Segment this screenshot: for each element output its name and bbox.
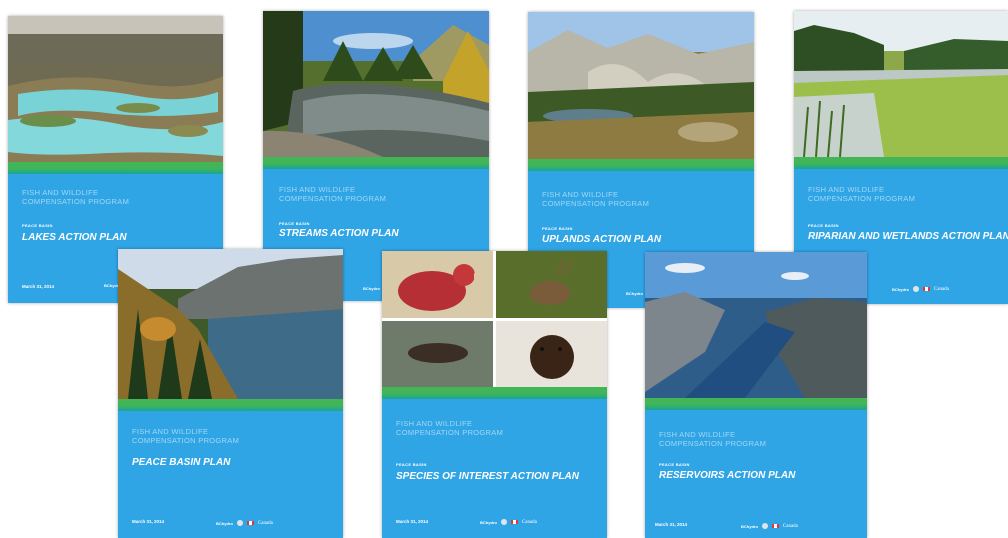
plan-title: LAKES ACTION PLAN — [22, 232, 127, 243]
basin-label: PEACE BASIN — [542, 226, 573, 231]
basin-label: PEACE BASIN — [22, 223, 53, 228]
logo-group: BChydro — [363, 286, 380, 291]
color-stripe — [118, 399, 343, 411]
canada-wordmark: Canada — [521, 519, 537, 525]
cover-reservoirs-action-plan[interactable]: FISH AND WILDLIFE COMPENSATION PROGRAM P… — [645, 252, 867, 538]
canada-flag-icon — [922, 287, 930, 291]
bchydro-logo: BChydro — [741, 523, 758, 529]
basin-label: PEACE BASIN — [396, 462, 427, 467]
plan-title: PEACE BASIN PLAN — [132, 457, 231, 468]
publication-date: March 31, 2014 — [396, 519, 429, 524]
lakes-landscape-photo — [8, 16, 223, 162]
color-stripe — [263, 157, 489, 169]
program-name: FISH AND WILDLIFE COMPENSATION PROGRAM — [659, 430, 767, 448]
publication-date: March 31, 2014 — [655, 522, 688, 527]
river-forest-photo — [263, 11, 489, 157]
program-name: FISH AND WILDLIFE COMPENSATION PROGRAM — [279, 185, 387, 203]
logo-group: BChydro Canada — [741, 523, 798, 529]
publication-date: March 31, 2014 — [132, 519, 165, 524]
alpine-meadow-photo — [528, 12, 754, 159]
wildlife-collage-photo — [382, 251, 607, 387]
basin-label: PEACE BASIN — [279, 221, 310, 226]
logo-group: BChydro — [626, 291, 643, 296]
canada-flag-icon — [510, 520, 518, 524]
program-name: FISH AND WILDLIFE COMPENSATION PROGRAM — [132, 427, 240, 445]
plan-title: SPECIES OF INTEREST ACTION PLAN — [396, 471, 579, 482]
program-name: FISH AND WILDLIFE COMPENSATION PROGRAM — [22, 188, 130, 206]
cover-peace-basin-plan[interactable]: FISH AND WILDLIFE COMPENSATION PROGRAM P… — [118, 249, 343, 538]
color-stripe — [8, 162, 223, 174]
wetland-reeds-photo — [794, 11, 1008, 157]
bc-seal-icon — [500, 519, 507, 525]
bchydro-logo: BChydro — [480, 519, 497, 525]
program-name: FISH AND WILDLIFE COMPENSATION PROGRAM — [396, 419, 504, 437]
canada-flag-icon — [246, 521, 254, 525]
bchydro-logo: BChydro — [216, 520, 233, 526]
canada-wordmark: Canada — [257, 520, 273, 526]
plan-title: STREAMS ACTION PLAN — [279, 228, 399, 239]
bc-seal-icon — [236, 520, 243, 526]
bc-seal-icon — [912, 286, 919, 292]
program-name: FISH AND WILDLIFE COMPENSATION PROGRAM — [808, 185, 916, 203]
basin-label: PEACE BASIN — [808, 223, 839, 228]
logo-group: BChydro Canada — [892, 286, 949, 292]
bchydro-logo: BChydro — [626, 291, 643, 296]
color-stripe — [382, 387, 607, 399]
logo-group: BChydro Canada — [480, 519, 537, 525]
bchydro-logo: BChydro — [363, 286, 380, 291]
plan-title: UPLANDS ACTION PLAN — [542, 234, 662, 245]
mountain-lake-autumn-photo — [118, 249, 343, 399]
logo-group: BChydro Canada — [216, 520, 273, 526]
color-stripe — [528, 159, 754, 171]
color-stripe — [794, 157, 1008, 169]
program-name: FISH AND WILDLIFE COMPENSATION PROGRAM — [542, 190, 650, 208]
reservoir-aerial-photo — [645, 252, 867, 398]
canada-wordmark: Canada — [933, 286, 949, 292]
publication-date: March 31, 2014 — [22, 284, 55, 289]
bc-seal-icon — [761, 523, 768, 529]
cover-species-of-interest-action-plan[interactable]: FISH AND WILDLIFE COMPENSATION PROGRAM P… — [382, 251, 607, 538]
plan-title: RESERVOIRS ACTION PLAN — [659, 470, 796, 481]
bchydro-logo: BChydro — [892, 286, 909, 292]
plan-title: RIPARIAN AND WETLANDS ACTION PLAN — [808, 231, 1008, 242]
canada-wordmark: Canada — [782, 523, 798, 529]
canada-flag-icon — [771, 524, 779, 528]
basin-label: PEACE BASIN — [659, 462, 690, 467]
color-stripe — [645, 398, 867, 410]
